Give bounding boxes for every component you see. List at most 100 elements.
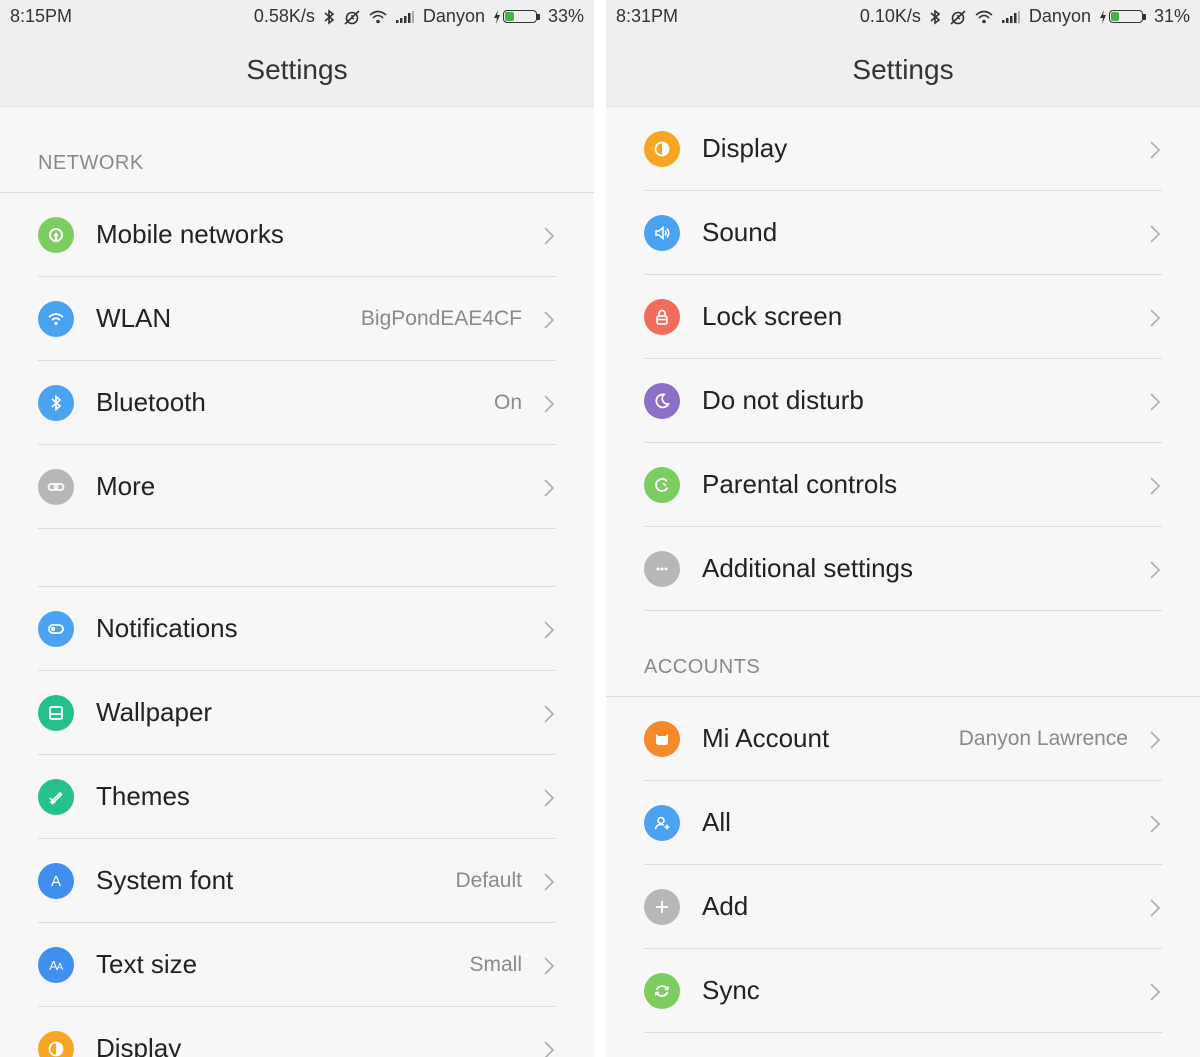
section-header-network: NETWORK — [0, 107, 594, 192]
user-add-icon — [644, 805, 680, 841]
chevron-right-icon — [1146, 897, 1164, 919]
wifi-status-icon — [369, 10, 387, 24]
row-label: Lock screen — [702, 301, 843, 331]
row-label: Text size — [96, 949, 198, 979]
settings-row-bluetooth[interactable]: Bluetooth On — [0, 361, 594, 445]
settings-row-lock-screen[interactable]: Lock screen — [606, 275, 1200, 359]
network-speed: 0.10K/s — [859, 6, 921, 26]
settings-row-more[interactable]: More — [0, 445, 594, 529]
bluetooth-status-icon — [929, 8, 941, 25]
chevron-right-icon — [540, 703, 558, 725]
bluetooth-icon — [38, 385, 74, 421]
parental-icon — [644, 467, 680, 503]
wallpaper-icon — [38, 695, 74, 731]
section-header-accounts: ACCOUNTS — [606, 611, 1200, 696]
svg-text:A: A — [51, 873, 61, 890]
row-label: More — [96, 471, 156, 501]
chevron-right-icon — [1146, 223, 1164, 245]
row-label: Sync — [702, 975, 760, 1005]
settings-list: Display Sound Lock screen Do not disturb Par… — [606, 107, 1200, 1033]
settings-row-text-size[interactable]: A A Text size Small — [0, 923, 594, 1007]
settings-row-display[interactable]: Display — [606, 107, 1200, 191]
row-label: Wallpaper — [96, 697, 213, 727]
settings-screen-left: 8:15PM 0.58K/s Danyon 33% Settings NETWO… — [0, 0, 594, 1057]
device-group: Display Sound Lock screen Do not disturb Par… — [606, 107, 1200, 611]
settings-row-add[interactable]: Add — [606, 865, 1200, 949]
row-label: Display — [96, 1033, 182, 1057]
link-icon — [38, 469, 74, 505]
settings-screen-right: 8:31PM 0.10K/s Danyon 31% Settings Displ… — [606, 0, 1200, 1057]
row-label: Mi Account — [702, 723, 830, 753]
settings-row-mobile-networks[interactable]: Mobile networks — [0, 192, 594, 277]
status-bar: 8:31PM 0.10K/s Danyon 31% — [606, 0, 1200, 34]
settings-row-wlan[interactable]: WLAN BigPondEAE4CF — [0, 277, 594, 361]
row-label: Mobile networks — [96, 219, 284, 249]
status-time: 8:15PM — [10, 6, 73, 26]
row-label: Themes — [96, 781, 190, 811]
row-label: Do not disturb — [702, 385, 864, 415]
row-label: Add — [702, 891, 749, 921]
chevron-right-icon — [540, 619, 558, 641]
chevron-right-icon — [540, 477, 558, 499]
signal-icon — [1001, 10, 1021, 24]
row-label: All — [702, 807, 731, 837]
settings-row-mi-account[interactable]: Mi Account Danyon Lawrence — [606, 696, 1200, 781]
dots-icon — [644, 551, 680, 587]
chevron-right-icon — [1146, 729, 1164, 751]
wifi-status-icon — [975, 10, 993, 24]
title-bar: Settings — [0, 34, 594, 107]
settings-row-themes[interactable]: Themes — [0, 755, 594, 839]
row-value: BigPondEAE4CF — [360, 307, 522, 330]
battery-icon — [1099, 9, 1146, 24]
moon-icon — [644, 383, 680, 419]
settings-row-sync[interactable]: Sync — [606, 949, 1200, 1033]
settings-row-all[interactable]: All — [606, 781, 1200, 865]
status-time: 8:31PM — [616, 6, 679, 26]
screenshot-separator — [594, 0, 606, 1057]
row-label: Parental controls — [702, 469, 898, 499]
display-icon — [644, 131, 680, 167]
sync-icon — [644, 973, 680, 1009]
settings-row-notifications[interactable]: Notifications — [0, 587, 594, 671]
chevron-right-icon — [1146, 139, 1164, 161]
network-group: Mobile networks WLAN BigPondEAE4CF Bluetoot… — [0, 192, 594, 529]
settings-row-sound[interactable]: Sound — [606, 191, 1200, 275]
chevron-right-icon — [540, 871, 558, 893]
display-icon — [38, 1031, 74, 1057]
row-label: Sound — [702, 217, 778, 247]
page-title: Settings — [852, 54, 954, 85]
battery-icon — [493, 9, 540, 24]
chevron-right-icon — [540, 1039, 558, 1057]
settings-row-system-font[interactable]: A System font Default — [0, 839, 594, 923]
signal-icon — [395, 10, 415, 24]
chevron-right-icon — [540, 225, 558, 247]
chevron-right-icon — [540, 787, 558, 809]
text-size-icon: AA — [38, 947, 74, 983]
settings-row-wallpaper[interactable]: Wallpaper — [0, 671, 594, 755]
chevron-right-icon — [540, 309, 558, 331]
chevron-right-icon — [540, 955, 558, 977]
settings-row-do-not-disturb[interactable]: Do not disturb — [606, 359, 1200, 443]
mi-account-icon — [644, 721, 680, 757]
plus-icon — [644, 889, 680, 925]
toggle-icon — [38, 611, 74, 647]
font-icon: A — [38, 863, 74, 899]
carrier-name: Danyon — [422, 6, 485, 26]
row-value: On — [493, 391, 522, 414]
battery-percent: 33% — [547, 6, 584, 26]
settings-row-display[interactable]: Display — [0, 1007, 594, 1057]
battery-fill — [1110, 12, 1119, 21]
settings-row-parental-controls[interactable]: Parental controls — [606, 443, 1200, 527]
title-bar: Settings — [606, 34, 1200, 107]
chevron-right-icon — [540, 393, 558, 415]
page-title: Settings — [246, 54, 348, 85]
settings-row-additional-settings[interactable]: Additional settings — [606, 527, 1200, 611]
silent-alarm-icon — [949, 9, 967, 25]
row-value: Default — [455, 869, 522, 892]
chevron-right-icon — [1146, 813, 1164, 835]
personal-group: Notifications Wallpaper Themes A System font… — [0, 587, 594, 1057]
mobile-networks-icon — [38, 217, 74, 253]
network-speed: 0.58K/s — [253, 6, 315, 26]
row-label: Notifications — [96, 613, 238, 643]
